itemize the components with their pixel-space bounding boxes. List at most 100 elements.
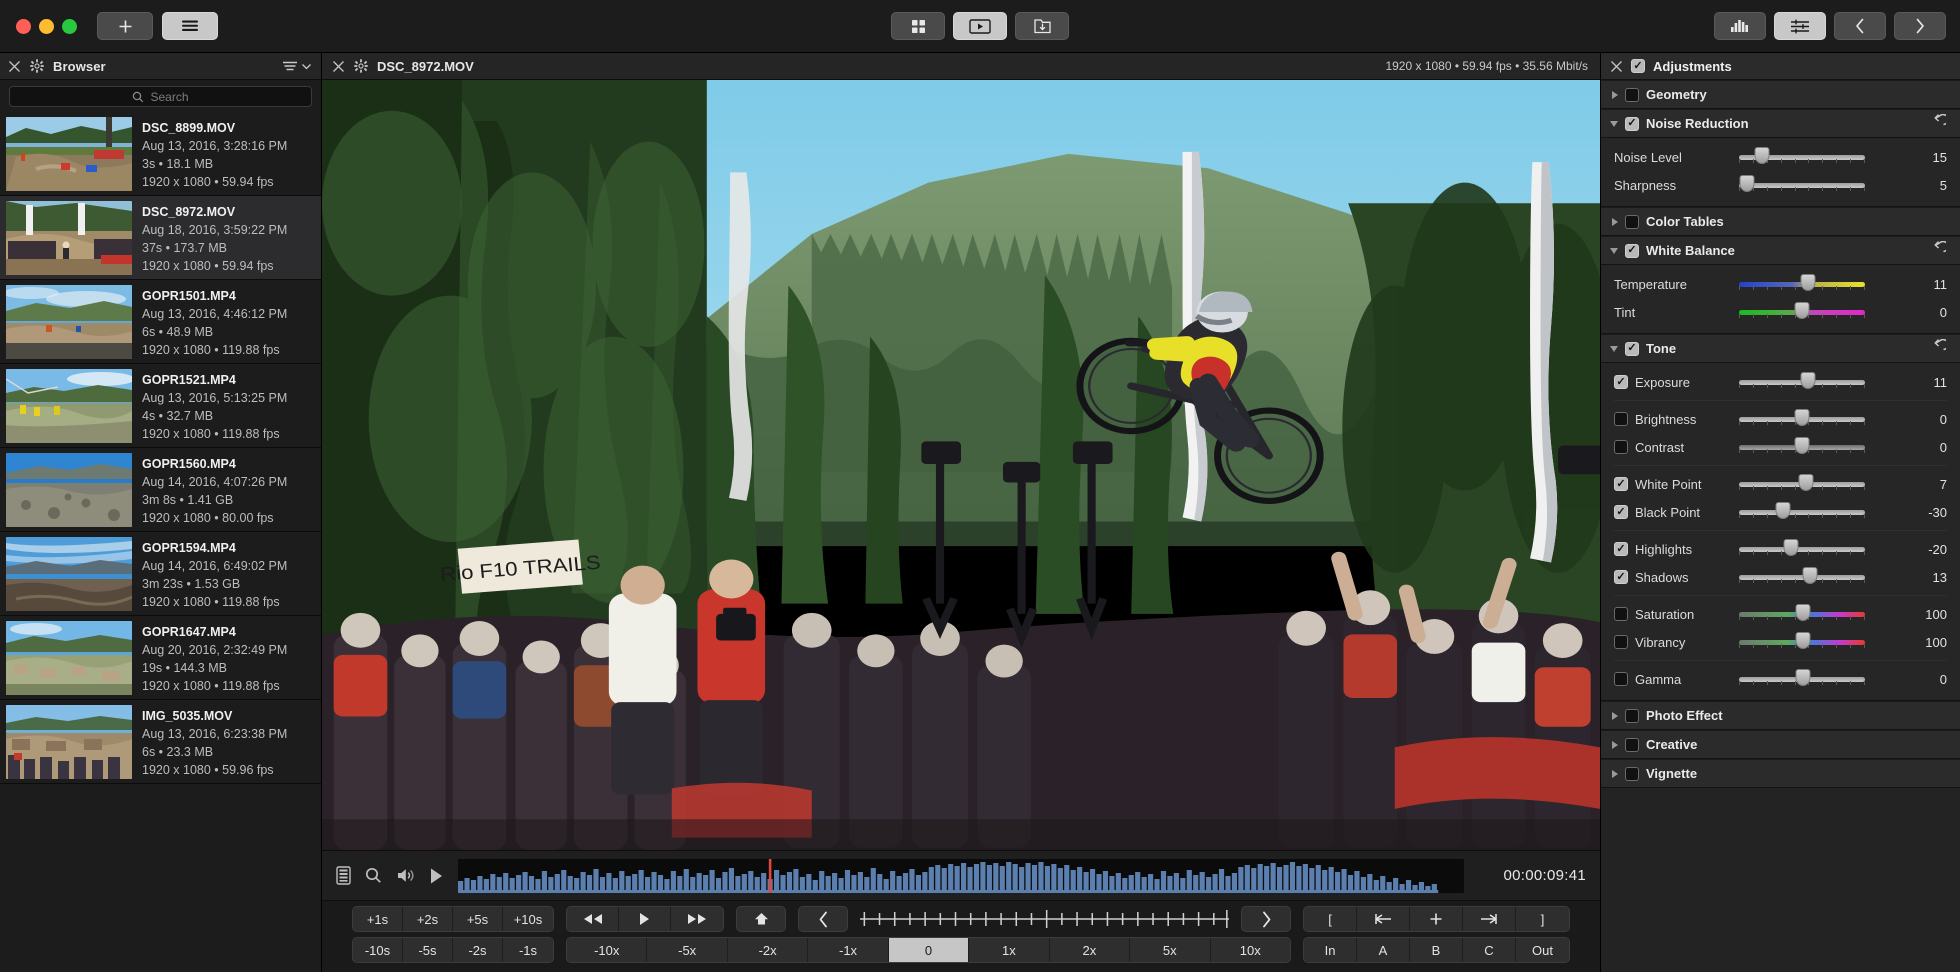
step-back-button[interactable] xyxy=(798,906,848,932)
black-point-checkbox[interactable] xyxy=(1614,505,1628,519)
nudge-plus-10s[interactable]: +10s xyxy=(503,907,553,931)
step-forward-button[interactable] xyxy=(1241,906,1291,932)
group-header-noise-reduction[interactable]: Noise Reduction xyxy=(1601,109,1960,138)
speed-minus-5x[interactable]: -5x xyxy=(647,938,728,962)
adjustments-button[interactable] xyxy=(1774,12,1826,40)
group-header-creative[interactable]: Creative xyxy=(1601,730,1960,759)
disclosure-triangle-icon[interactable] xyxy=(1610,120,1618,127)
noise-reduction-checkbox[interactable] xyxy=(1625,116,1639,131)
white-point-checkbox[interactable] xyxy=(1614,477,1628,491)
photo-effect-checkbox[interactable] xyxy=(1625,708,1639,723)
list-item[interactable]: GOPR1501.MP4 Aug 13, 2016, 4:46:12 PM 6s… xyxy=(0,280,321,364)
nudge-minus-5s[interactable]: -5s xyxy=(403,938,453,962)
scopes-button[interactable] xyxy=(1714,12,1766,40)
white-point-slider[interactable] xyxy=(1739,474,1865,493)
temperature-slider[interactable] xyxy=(1739,274,1865,293)
contrast-slider[interactable] xyxy=(1739,437,1865,456)
white-balance-checkbox[interactable] xyxy=(1625,243,1639,258)
nudge-plus-2s[interactable]: +2s xyxy=(403,907,453,931)
saturation-checkbox[interactable] xyxy=(1614,607,1628,621)
previous-button[interactable] xyxy=(1834,12,1886,40)
next-button[interactable] xyxy=(1894,12,1946,40)
list-item[interactable]: GOPR1647.MP4 Aug 20, 2016, 2:32:49 PM 19… xyxy=(0,616,321,700)
color-tables-checkbox[interactable] xyxy=(1625,214,1639,229)
browser-sort-control[interactable] xyxy=(282,60,312,72)
speaker-icon[interactable] xyxy=(396,867,415,884)
range-out-button[interactable]: Out xyxy=(1516,938,1569,962)
list-item[interactable]: DSC_8899.MOV Aug 13, 2016, 3:28:16 PM 3s… xyxy=(0,112,321,196)
contrast-checkbox[interactable] xyxy=(1614,440,1628,454)
highlights-checkbox[interactable] xyxy=(1614,542,1628,556)
list-item[interactable]: GOPR1560.MP4 Aug 14, 2016, 4:07:26 PM 3m… xyxy=(0,448,321,532)
brightness-slider[interactable] xyxy=(1739,409,1865,428)
minimize-window-button[interactable] xyxy=(39,18,54,34)
noise-level-slider[interactable] xyxy=(1739,147,1865,166)
vignette-checkbox[interactable] xyxy=(1625,766,1639,781)
add-button[interactable] xyxy=(97,12,153,40)
adjustments-enable-checkbox[interactable] xyxy=(1631,59,1645,73)
speed-minus-10x[interactable]: -10x xyxy=(567,938,648,962)
adjustments-close-icon[interactable] xyxy=(1610,60,1623,73)
close-window-button[interactable] xyxy=(16,18,31,34)
tint-slider[interactable] xyxy=(1739,302,1865,321)
disclosure-triangle-icon[interactable] xyxy=(1612,769,1618,778)
speed-minus-1x[interactable]: -1x xyxy=(808,938,889,962)
fast-forward-button[interactable] xyxy=(671,907,723,931)
rewind-button[interactable] xyxy=(567,907,619,931)
vibrancy-slider[interactable] xyxy=(1739,632,1865,651)
group-header-tone[interactable]: Tone xyxy=(1601,334,1960,363)
goto-end-button[interactable] xyxy=(1463,907,1516,931)
gamma-slider[interactable] xyxy=(1739,669,1865,688)
range-in-button[interactable]: In xyxy=(1304,938,1357,962)
speed-2x[interactable]: 2x xyxy=(1049,938,1131,962)
reset-white-balance-icon[interactable] xyxy=(1931,240,1949,260)
highlights-slider[interactable] xyxy=(1739,539,1865,558)
speed-minus-2x[interactable]: -2x xyxy=(727,938,809,962)
creative-checkbox[interactable] xyxy=(1625,737,1639,752)
speed-zero[interactable]: 0 xyxy=(888,938,970,962)
mark-in-bracket-button[interactable]: [ xyxy=(1304,907,1357,931)
sharpness-slider[interactable] xyxy=(1739,175,1865,194)
nudge-plus-5s[interactable]: +5s xyxy=(453,907,503,931)
group-header-color-tables[interactable]: Color Tables xyxy=(1601,207,1960,236)
black-point-slider[interactable] xyxy=(1739,502,1865,521)
geometry-checkbox[interactable] xyxy=(1625,87,1639,102)
vibrancy-checkbox[interactable] xyxy=(1614,635,1628,649)
shadows-checkbox[interactable] xyxy=(1614,570,1628,584)
mark-out-bracket-button[interactable]: ] xyxy=(1516,907,1569,931)
tone-checkbox[interactable] xyxy=(1625,341,1639,356)
player-view-button[interactable] xyxy=(953,12,1007,40)
nudge-minus-1s[interactable]: -1s xyxy=(503,938,553,962)
disclosure-triangle-icon[interactable] xyxy=(1612,740,1618,749)
list-item[interactable]: GOPR1594.MP4 Aug 14, 2016, 6:49:02 PM 3m… xyxy=(0,532,321,616)
brightness-checkbox[interactable] xyxy=(1614,412,1628,426)
add-marker-button[interactable] xyxy=(1410,907,1463,931)
speed-1x[interactable]: 1x xyxy=(969,938,1050,962)
video-preview[interactable]: Rio F10 TRAILS xyxy=(322,80,1600,850)
play-button[interactable] xyxy=(619,907,671,931)
range-a-button[interactable]: A xyxy=(1357,938,1410,962)
range-c-button[interactable]: C xyxy=(1463,938,1516,962)
shadows-slider[interactable] xyxy=(1739,567,1865,586)
jog-ticker[interactable] xyxy=(860,906,1229,932)
maximize-window-button[interactable] xyxy=(62,18,77,34)
group-header-geometry[interactable]: Geometry xyxy=(1601,80,1960,109)
group-header-photo-effect[interactable]: Photo Effect xyxy=(1601,701,1960,730)
disclosure-triangle-icon[interactable] xyxy=(1612,711,1618,720)
viewer-gear-icon[interactable] xyxy=(354,59,368,73)
reset-noise-reduction-icon[interactable] xyxy=(1931,113,1949,133)
speed-5x[interactable]: 5x xyxy=(1130,938,1211,962)
group-header-white-balance[interactable]: White Balance xyxy=(1601,236,1960,265)
gamma-checkbox[interactable] xyxy=(1614,672,1628,686)
nudge-plus-1s[interactable]: +1s xyxy=(353,907,403,931)
disclosure-triangle-icon[interactable] xyxy=(1610,247,1618,254)
goto-start-button[interactable] xyxy=(1357,907,1410,931)
reset-tone-icon[interactable] xyxy=(1931,338,1949,358)
filmstrip-icon[interactable] xyxy=(336,866,351,885)
group-header-vignette[interactable]: Vignette xyxy=(1601,759,1960,788)
list-item[interactable]: GOPR1521.MP4 Aug 13, 2016, 5:13:25 PM 4s… xyxy=(0,364,321,448)
disclosure-triangle-icon[interactable] xyxy=(1610,345,1618,352)
scrubber-play-icon[interactable] xyxy=(429,867,444,885)
search-input[interactable]: Search xyxy=(9,86,312,107)
range-b-button[interactable]: B xyxy=(1410,938,1463,962)
